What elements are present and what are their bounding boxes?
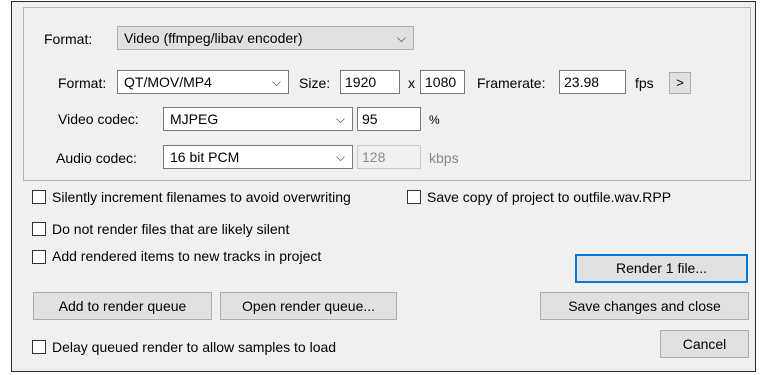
add-to-tracks-label[interactable]: Add rendered items to new tracks in proj… — [52, 247, 321, 265]
container-dropdown[interactable]: QT/MOV/MP4 ⌵ — [117, 70, 289, 94]
save-project-copy-checkbox[interactable] — [407, 190, 421, 204]
cancel-button[interactable]: Cancel — [660, 330, 749, 358]
height-input[interactable]: 1080 — [420, 70, 465, 94]
video-format-panel: Format: Video (ffmpeg/libav encoder) ⌵ F… — [23, 7, 751, 181]
quality-unit: % — [429, 113, 440, 127]
increment-filenames-label[interactable]: Silently increment filenames to avoid ov… — [52, 188, 351, 206]
render-button[interactable]: Render 1 file... — [575, 254, 748, 283]
container-value: QT/MOV/MP4 — [124, 74, 212, 90]
video-codec-label: Video codec: — [58, 111, 139, 127]
format-value: Video (ffmpeg/libav encoder) — [124, 30, 303, 46]
chevron-down-icon: ⌵ — [335, 150, 345, 164]
format-dropdown[interactable]: Video (ffmpeg/libav encoder) ⌵ — [117, 26, 414, 50]
audio-codec-dropdown[interactable]: 16 bit PCM ⌵ — [163, 145, 353, 169]
framerate-input[interactable]: 23.98 — [559, 70, 626, 94]
width-input[interactable]: 1920 — [340, 70, 400, 94]
skip-silent-checkbox[interactable] — [32, 222, 46, 236]
delay-queued-render-checkbox[interactable] — [32, 340, 46, 354]
container-label: Format: — [58, 75, 107, 91]
size-label: Size: — [299, 75, 331, 91]
more-options-button[interactable]: > — [669, 72, 691, 94]
video-codec-value: MJPEG — [170, 111, 219, 127]
audio-bitrate-unit: kbps — [429, 150, 459, 166]
audio-codec-label: Audio codec: — [56, 150, 137, 166]
open-render-queue-button[interactable]: Open render queue... — [220, 292, 397, 320]
skip-silent-label[interactable]: Do not render files that are likely sile… — [52, 220, 289, 238]
save-changes-and-close-button[interactable]: Save changes and close — [540, 292, 749, 320]
chevron-down-icon: ⌵ — [396, 31, 406, 45]
save-project-copy-label[interactable]: Save copy of project to outfile.wav.RPP — [427, 188, 671, 206]
delay-queued-render-label[interactable]: Delay queued render to allow samples to … — [52, 338, 336, 356]
framerate-label: Framerate: — [477, 75, 546, 91]
chevron-down-icon: ⌵ — [271, 75, 281, 89]
add-to-tracks-checkbox[interactable] — [32, 250, 46, 264]
chevron-down-icon: ⌵ — [335, 112, 345, 126]
audio-codec-value: 16 bit PCM — [170, 149, 240, 165]
format-label: Format: — [44, 31, 93, 47]
size-separator: x — [408, 75, 415, 91]
fps-unit: fps — [635, 75, 654, 91]
video-codec-dropdown[interactable]: MJPEG ⌵ — [163, 107, 353, 131]
audio-bitrate-input: 128 — [357, 145, 421, 169]
add-to-render-queue-button[interactable]: Add to render queue — [33, 292, 212, 320]
increment-filenames-checkbox[interactable] — [32, 190, 46, 204]
quality-input[interactable]: 95 — [357, 107, 421, 131]
